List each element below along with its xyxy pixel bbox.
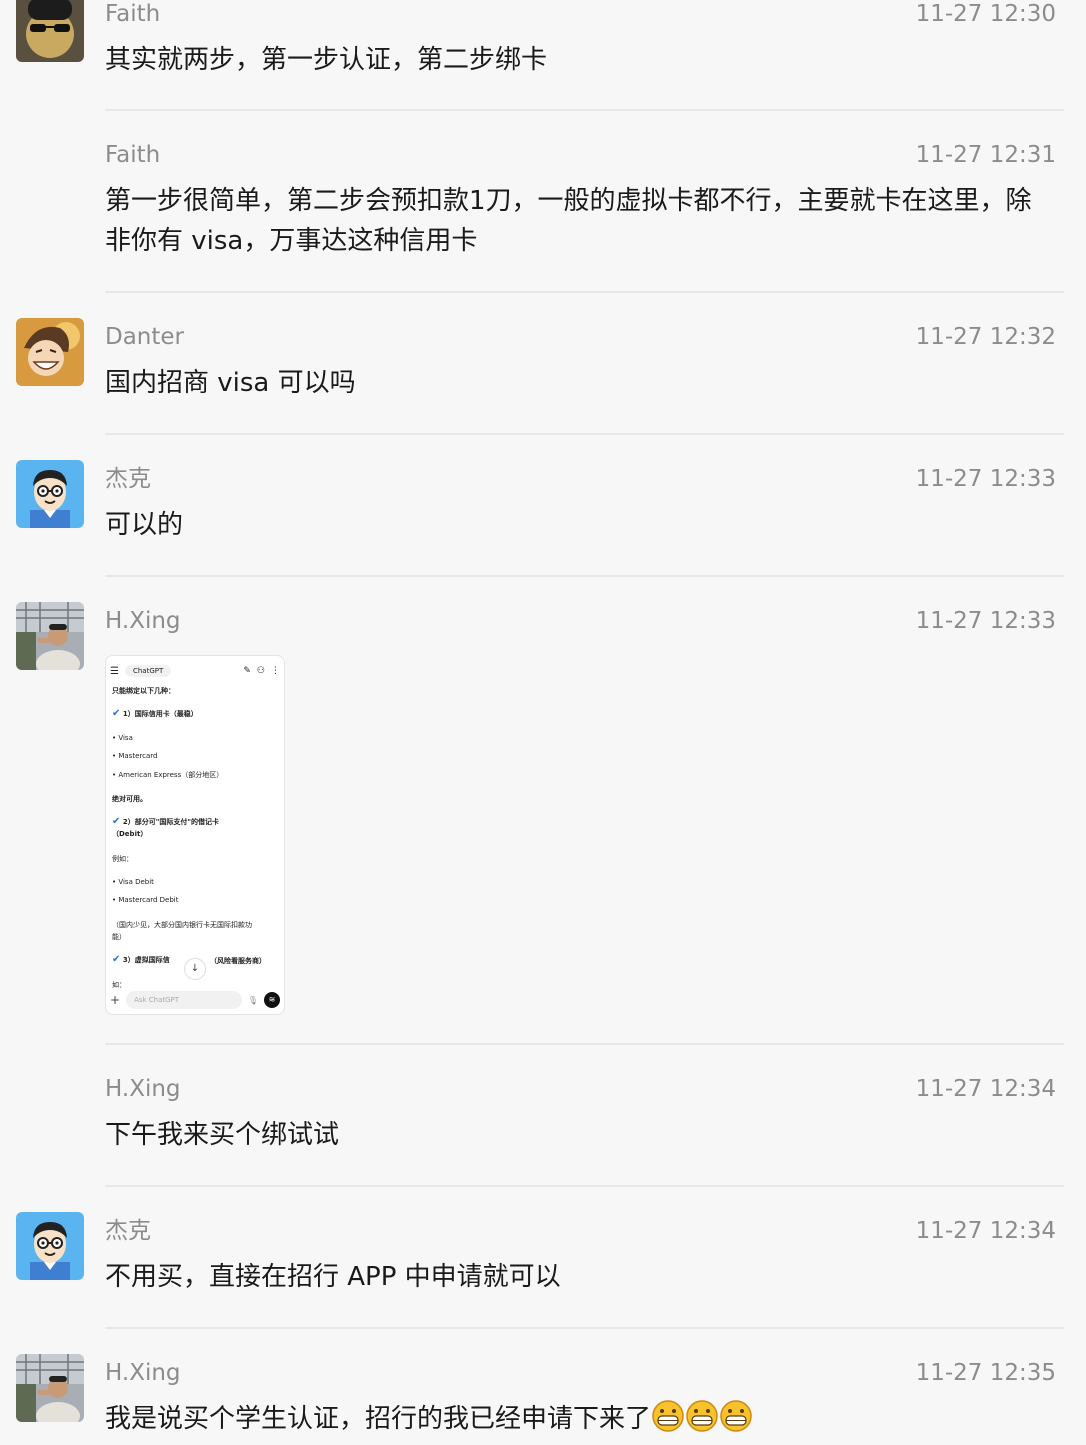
timestamp: 11-27 12:34 xyxy=(915,1076,1056,1102)
person-add-icon: ⚇ xyxy=(256,666,265,676)
image-attachment[interactable]: ☰ ChatGPT ✎ ⚇ ⋮ 只能绑定以下几种： ✔ 1）国际信用卡（最稳） … xyxy=(105,655,285,1015)
divider xyxy=(105,1185,1064,1187)
message-text: 不用买，直接在招行 APP 中申请就可以 xyxy=(105,1262,561,1292)
screenshot-line: ✔ 1）国际信用卡（最稳） xyxy=(112,708,198,719)
divider xyxy=(105,1327,1064,1329)
grinning-emoji xyxy=(651,1399,685,1445)
avatar-hxing[interactable] xyxy=(16,1354,84,1422)
avatar-jack[interactable] xyxy=(16,1212,84,1280)
screenshot-line-text: 3）虚拟国际信 xyxy=(122,956,170,964)
avatar-image xyxy=(16,602,84,670)
screenshot-line: ✔ 3）虚拟国际信 xyxy=(112,954,170,965)
avatar-image xyxy=(16,460,84,528)
screenshot-line: 只能绑定以下几种： xyxy=(112,687,175,695)
sender-name[interactable]: 杰克 xyxy=(105,465,151,493)
timestamp: 11-27 12:35 xyxy=(915,1360,1056,1386)
screenshot-line: （国内少见，大部分国内银行卡无国际扣款功 xyxy=(112,921,252,929)
divider xyxy=(105,575,1064,577)
screenshot-topbar: ☰ ChatGPT ✎ ⚇ ⋮ xyxy=(110,660,280,682)
sender-name[interactable]: Faith xyxy=(105,141,160,169)
message-text: 下午我来买个绑试试 xyxy=(105,1120,340,1150)
grinning-emoji xyxy=(685,1399,719,1445)
screenshot-line: 绝对可用。 xyxy=(112,795,147,803)
message-text: 国内招商 visa 可以吗 xyxy=(105,368,356,398)
divider xyxy=(105,291,1064,293)
screenshot-line-text: 2）部分可"国际支付"的借记卡 xyxy=(122,818,219,826)
screenshot-line: • American Express（部分地区） xyxy=(112,771,224,779)
avatar-image xyxy=(16,0,84,62)
screenshot-line: ✔ 2）部分可"国际支付"的借记卡 xyxy=(112,816,219,827)
sender-name[interactable]: Faith xyxy=(105,0,160,28)
check-icon: ✔ xyxy=(112,816,121,827)
screenshot-line: （Debit） xyxy=(112,830,148,838)
screenshot-line: 能） xyxy=(112,933,126,941)
message-text-content: 我是说买个学生认证，招行的我已经申请下来了 xyxy=(105,1404,652,1434)
avatar-image xyxy=(16,1354,84,1422)
voice-icon: ≋ xyxy=(264,992,280,1008)
sender-name[interactable]: H.Xing xyxy=(105,1359,181,1387)
sender-name[interactable]: H.Xing xyxy=(105,1075,181,1103)
sender-name[interactable]: H.Xing xyxy=(105,607,181,635)
timestamp: 11-27 12:32 xyxy=(915,324,1056,350)
screenshot-line: 如： xyxy=(112,981,126,989)
timestamp: 11-27 12:33 xyxy=(915,608,1056,634)
timestamp: 11-27 12:34 xyxy=(915,1218,1056,1244)
message-text: 其实就两步，第一步认证，第二步绑卡 xyxy=(105,45,548,75)
screenshot-line-text: 1）国际信用卡（最稳） xyxy=(122,710,198,718)
divider xyxy=(105,1043,1064,1045)
screenshot-line: • Mastercard Debit xyxy=(112,896,179,904)
message-text: 我是说买个学生认证，招行的我已经申请下来了 xyxy=(105,1399,1035,1445)
screenshot-line: • Mastercard xyxy=(112,752,158,760)
timestamp: 11-27 12:30 xyxy=(915,1,1056,27)
timestamp: 11-27 12:33 xyxy=(915,466,1056,492)
plus-icon: + xyxy=(110,993,121,1007)
divider xyxy=(105,109,1064,111)
sender-name[interactable]: 杰克 xyxy=(105,1217,151,1245)
message-text: 可以的 xyxy=(105,510,184,540)
grinning-emoji xyxy=(719,1399,753,1445)
avatar-image xyxy=(16,318,84,386)
screenshot-line: 例如： xyxy=(112,855,133,863)
avatar-image xyxy=(16,1212,84,1280)
menu-icon: ☰ xyxy=(110,665,119,677)
screenshot-input: Ask ChatGPT xyxy=(126,991,242,1009)
check-icon: ✔ xyxy=(112,954,121,965)
sender-name[interactable]: Danter xyxy=(105,323,184,351)
screenshot-input-bar: + Ask ChatGPT 🎙 ≋ xyxy=(110,990,280,1010)
timestamp: 11-27 12:31 xyxy=(915,142,1056,168)
screenshot-line: • Visa Debit xyxy=(112,878,154,886)
message-text: 第一步很简单，第二步会预扣款1刀，一般的虚拟卡都不行，主要就卡在这里，除非你有 … xyxy=(105,186,1032,256)
avatar-danter[interactable] xyxy=(16,318,84,386)
edit-icon: ✎ xyxy=(243,666,251,676)
screenshot-line: • Visa xyxy=(112,734,133,742)
check-icon: ✔ xyxy=(112,708,121,719)
avatar-jack[interactable] xyxy=(16,460,84,528)
avatar-hxing[interactable] xyxy=(16,602,84,670)
avatar-faith[interactable] xyxy=(16,0,84,62)
divider xyxy=(105,433,1064,435)
more-icon: ⋮ xyxy=(271,666,280,676)
app-title: ChatGPT xyxy=(124,665,172,677)
mic-icon: 🎙 xyxy=(247,995,258,1005)
arrow-down-icon: ↓ xyxy=(184,958,206,980)
screenshot-line: （风险看服务商） xyxy=(210,957,266,965)
